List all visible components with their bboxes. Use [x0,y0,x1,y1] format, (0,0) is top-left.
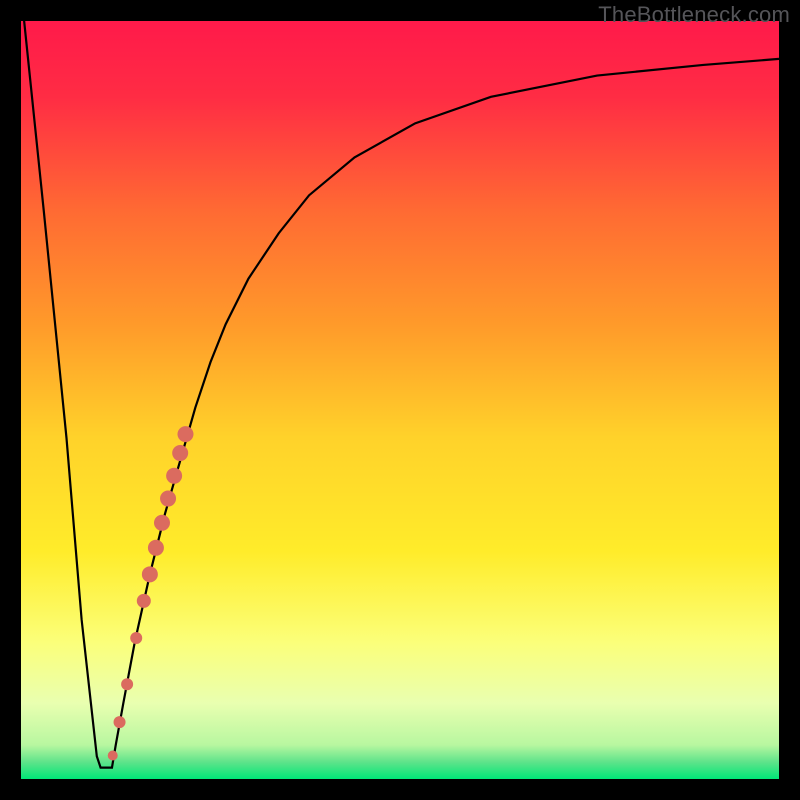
curve-marker [114,716,126,728]
curve-marker [137,594,151,608]
bottleneck-chart [21,21,779,779]
plot-area [21,21,779,779]
curve-marker [177,426,193,442]
attribution-watermark: TheBottleneck.com [598,2,790,28]
curve-marker [121,678,133,690]
gradient-background [21,21,779,779]
curve-marker [108,751,118,761]
curve-marker [166,468,182,484]
curve-marker [148,540,164,556]
chart-frame: TheBottleneck.com [0,0,800,800]
curve-marker [160,491,176,507]
curve-marker [172,445,188,461]
curve-marker [154,515,170,531]
curve-marker [142,566,158,582]
curve-marker [130,632,142,644]
